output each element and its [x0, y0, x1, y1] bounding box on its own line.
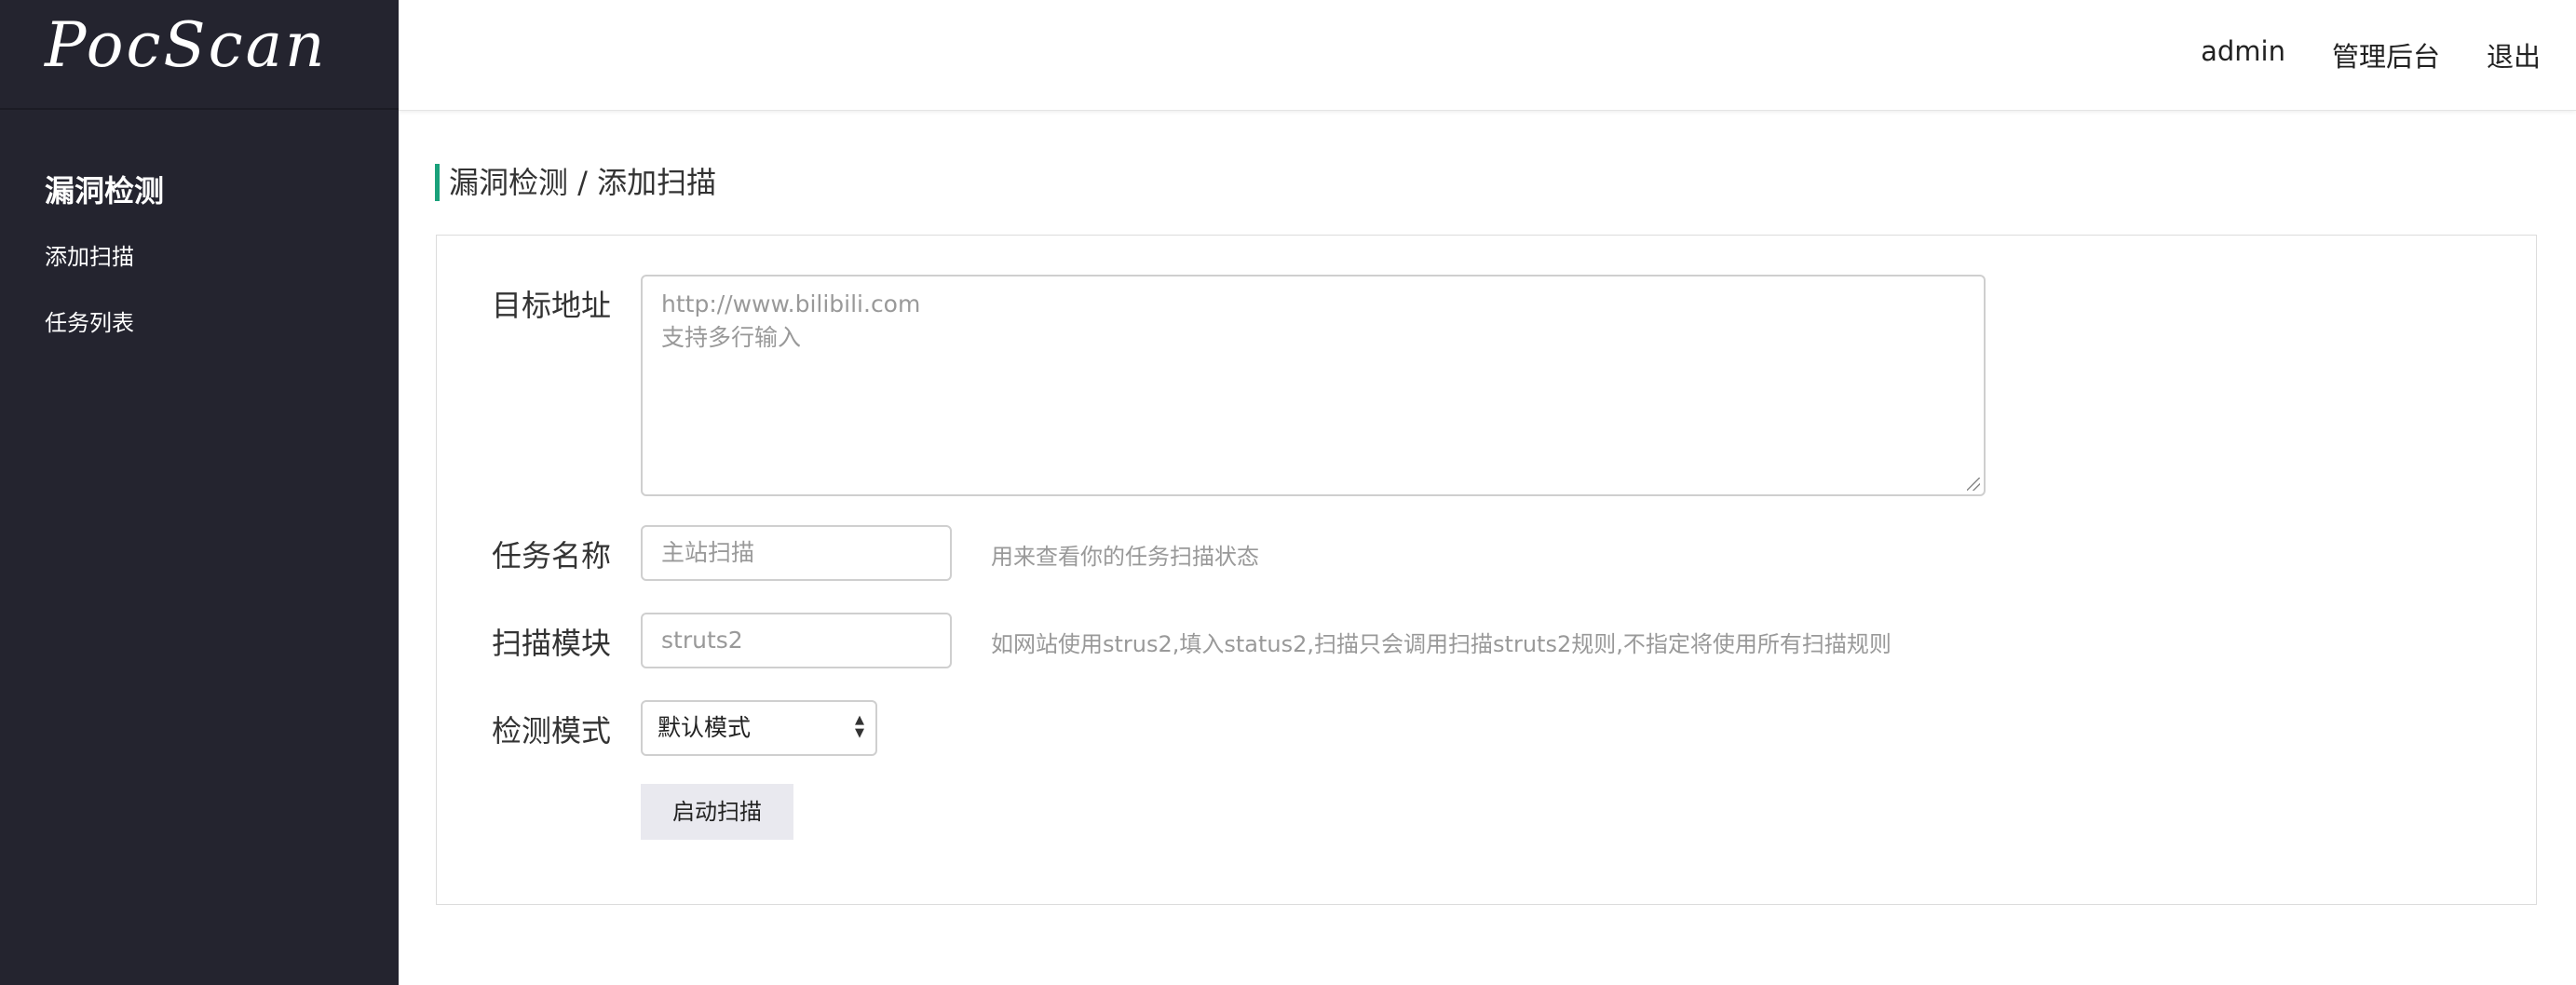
mode-select[interactable]: 默认模式 ▲ ▼	[641, 700, 877, 756]
module-help: 如网站使用strus2,填入status2,扫描只会调用扫描struts2规则,…	[991, 631, 1891, 657]
sidebar-item-task-list[interactable]: 任务列表	[45, 304, 399, 337]
start-scan-button[interactable]: 启动扫描	[641, 784, 793, 840]
resize-handle-icon[interactable]	[1967, 478, 1980, 491]
sidebar-item-add-scan[interactable]: 添加扫描	[45, 238, 399, 271]
nav-admin-console[interactable]: 管理后台	[2332, 35, 2440, 74]
logo-text: PocScan	[45, 8, 328, 81]
top-header: admin 管理后台 退出	[399, 0, 2576, 111]
task-name-input[interactable]: 主站扫描	[641, 525, 952, 581]
header-nav: admin 管理后台 退出	[2201, 35, 2541, 74]
module-input[interactable]: struts2	[641, 613, 952, 668]
sidebar-section: 漏洞检测 添加扫描 任务列表	[0, 110, 399, 337]
target-label: 目标地址	[492, 288, 612, 323]
breadcrumb: 漏洞检测 / 添加扫描	[435, 164, 716, 201]
module-label: 扫描模块	[492, 626, 612, 661]
task-name-help: 用来查看你的任务扫描状态	[991, 544, 1259, 570]
task-name-label: 任务名称	[492, 538, 612, 573]
sidebar: PocScan 漏洞检测 添加扫描 任务列表	[0, 0, 399, 985]
target-placeholder-line1: http://www.bilibili.com	[661, 290, 921, 317]
select-arrows-icon: ▲ ▼	[855, 713, 864, 740]
nav-user-admin[interactable]: admin	[2201, 35, 2285, 74]
sidebar-section-title: 漏洞检测	[45, 173, 165, 209]
target-placeholder-line2: 支持多行输入	[661, 324, 802, 351]
logo[interactable]: PocScan	[0, 0, 399, 110]
mode-label: 检测模式	[492, 713, 612, 749]
mode-select-value: 默认模式	[658, 714, 752, 741]
target-textarea[interactable]: http://www.bilibili.com 支持多行输入	[641, 275, 1986, 496]
nav-logout[interactable]: 退出	[2487, 35, 2541, 74]
